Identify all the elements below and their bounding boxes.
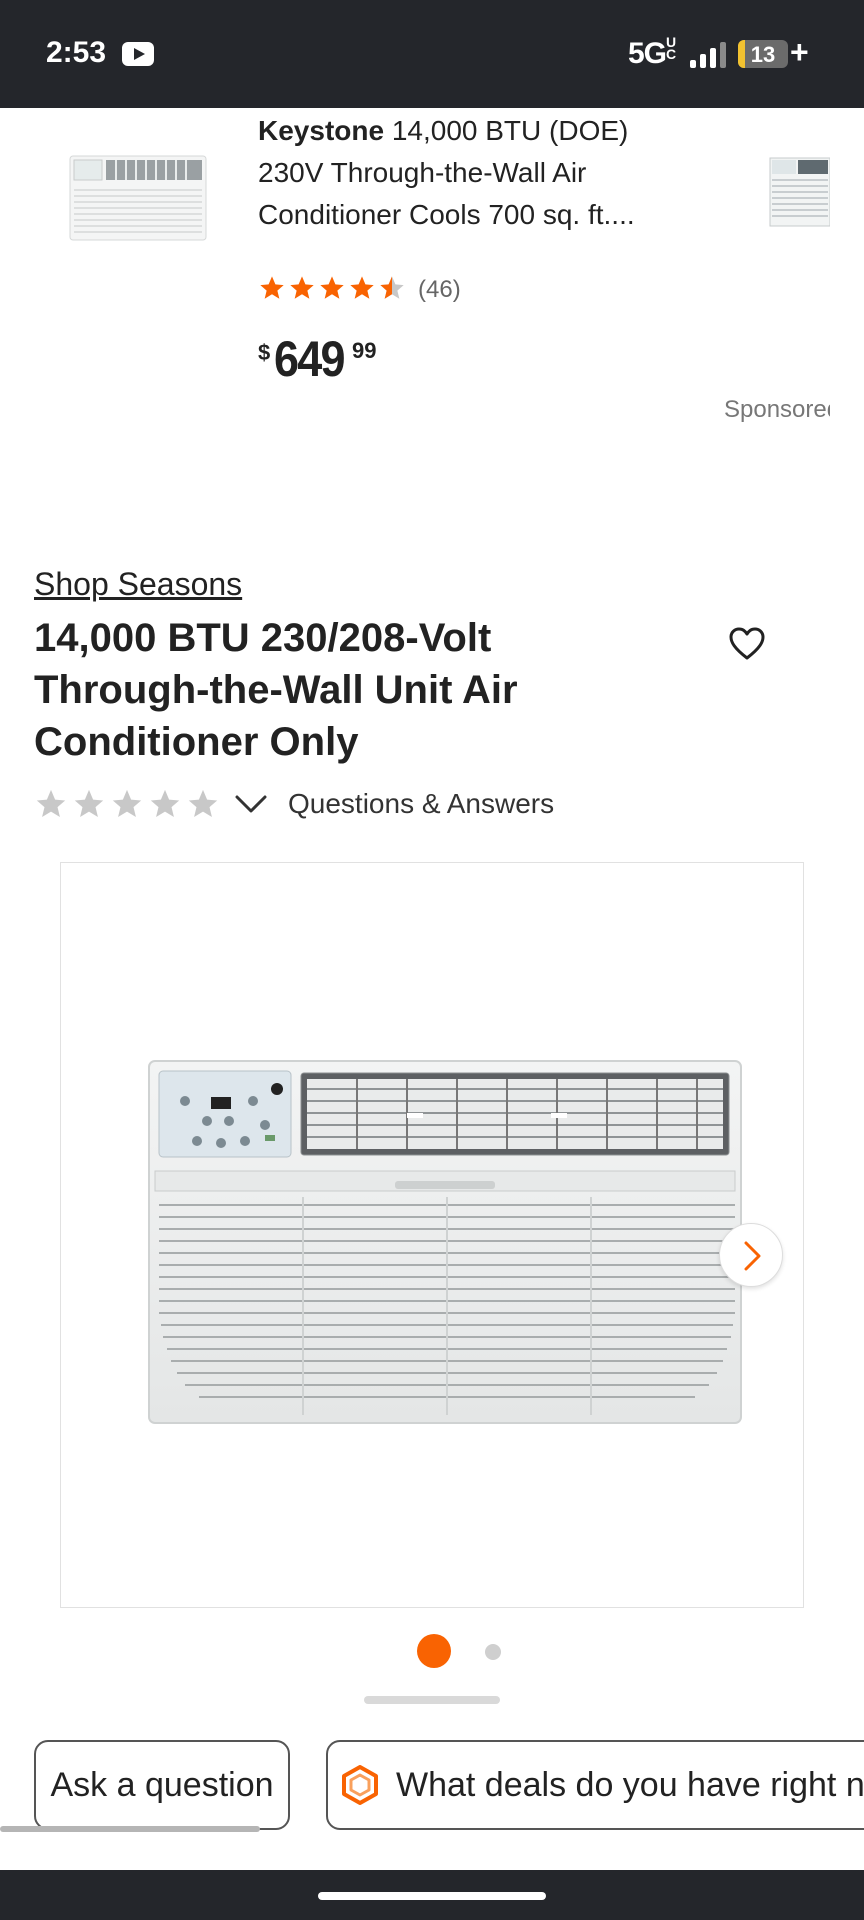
gallery-next-button[interactable] <box>719 1223 783 1287</box>
youtube-icon <box>122 42 154 66</box>
price-currency: $ <box>258 340 271 365</box>
product-rating-row[interactable]: Questions & Answers <box>34 784 554 824</box>
product-image-air-conditioner[interactable] <box>145 1059 745 1425</box>
star-filled-icon <box>260 276 284 299</box>
home-indicator[interactable] <box>318 1892 546 1900</box>
status-time: 2:53 <box>46 36 107 69</box>
chevron-down-icon[interactable] <box>234 793 268 815</box>
questions-answers-link[interactable]: Questions & Answers <box>288 788 554 820</box>
deals-question-chip[interactable]: What deals do you have right now <box>326 1740 864 1830</box>
network-indicator: 5GUC <box>628 34 678 71</box>
gallery-pagination <box>0 1634 864 1668</box>
brand-link[interactable]: Shop Seasons <box>34 566 242 603</box>
star-filled-icon <box>350 276 374 299</box>
sheet-scroll-indicator <box>364 1696 500 1704</box>
product-image-gallery[interactable] <box>60 862 804 1608</box>
charging-plus-icon: + <box>790 34 809 70</box>
sponsored-product-title[interactable]: Keystone 14,000 BTU (DOE) 230V Through-t… <box>258 110 698 236</box>
ask-question-button[interactable]: Ask a question <box>34 1740 290 1830</box>
network-label: 5G <box>628 37 667 70</box>
sponsored-review-count[interactable]: (46) <box>418 276 461 304</box>
sponsored-product-thumbnail[interactable] <box>68 150 208 242</box>
deals-chip-content: What deals do you have right now <box>342 1742 864 1828</box>
price-dollars: 649 <box>274 331 346 387</box>
hexagon-ai-icon <box>342 1765 378 1805</box>
star-filled-icon <box>290 276 314 299</box>
star-half-icon <box>380 276 404 299</box>
star-empty-icon <box>112 789 142 818</box>
star-empty-icon <box>150 789 180 818</box>
signal-icon <box>690 40 730 68</box>
screen: 2:53 5GUC 13 + Keystone 14,000 BTU (DOE)… <box>0 0 864 1920</box>
star-filled-icon <box>320 276 344 299</box>
price-cents: 99 <box>352 338 377 363</box>
battery-level: 13 <box>750 42 776 67</box>
deals-chip-label: What deals do you have right now <box>396 1765 864 1804</box>
chips-scrollbar <box>0 1826 260 1832</box>
pagination-dot[interactable] <box>485 1644 501 1660</box>
battery-icon: 13 <box>738 40 788 68</box>
sponsored-label: Sponsored <box>724 396 830 423</box>
star-empty-icon <box>74 789 104 818</box>
pagination-dot-active[interactable] <box>417 1634 451 1668</box>
sponsored-rating-stars <box>258 274 406 304</box>
product-title: 14,000 BTU 230/208-Volt Through-the-Wall… <box>34 616 518 764</box>
next-sponsored-thumbnail[interactable] <box>768 156 830 228</box>
system-navigation-bar <box>0 1870 864 1920</box>
product-rating-stars <box>34 787 220 821</box>
chevron-right-icon <box>744 1241 761 1271</box>
sponsored-brand: Keystone <box>258 115 385 146</box>
favorite-heart-icon[interactable] <box>728 626 766 662</box>
network-suffix: UC <box>666 34 676 62</box>
status-bar: 2:53 5GUC 13 + <box>0 0 864 108</box>
star-empty-icon <box>188 789 218 818</box>
star-empty-icon <box>36 789 66 818</box>
